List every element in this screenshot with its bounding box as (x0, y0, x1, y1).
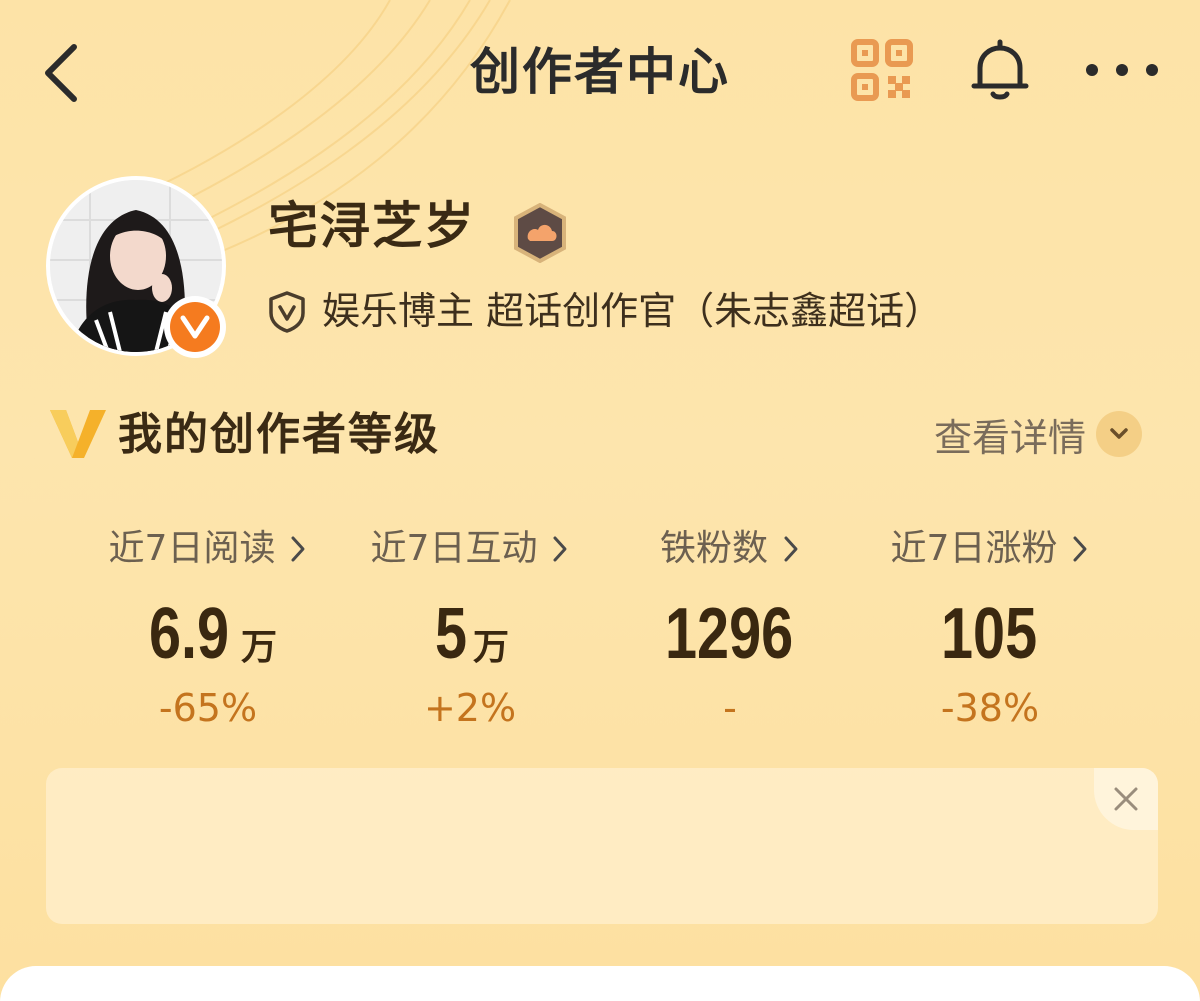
stat-change: -65% (158, 686, 258, 730)
stat-interactions[interactable]: 近7日互动 5 万 +2% (340, 520, 600, 734)
chevron-right-icon (291, 536, 305, 562)
chevron-down-icon (1096, 411, 1143, 457)
chevron-right-icon (1073, 536, 1087, 562)
verified-v-icon (180, 315, 210, 339)
notification-button[interactable] (968, 36, 1032, 102)
creator-v-icon (50, 410, 106, 458)
content-card (0, 966, 1200, 1001)
stat-value: 105 (940, 594, 1038, 674)
stat-label: 近7日互动 (370, 528, 538, 569)
stat-change: -38% (940, 686, 1040, 730)
stat-iron-fans[interactable]: 铁粉数 1296 - (600, 520, 860, 734)
banner-card (46, 768, 1158, 924)
stat-value: 6.9 (148, 594, 230, 674)
chevron-right-icon (553, 536, 567, 562)
stat-reads[interactable]: 近7日阅读 6.9 万 -65% (78, 520, 338, 734)
bell-icon (971, 39, 1029, 100)
view-details-label: 查看详情 (934, 415, 1087, 460)
qr-code-icon (851, 39, 913, 101)
shield-icon (269, 291, 305, 333)
verified-badge (164, 296, 226, 358)
stat-label: 近7日涨粉 (890, 528, 1058, 569)
stat-unit: 万 (473, 627, 510, 668)
stat-new-fans[interactable]: 近7日涨粉 105 -38% (860, 520, 1120, 734)
view-details-button[interactable]: 查看详情 (934, 406, 1143, 462)
level-medal-icon[interactable] (512, 203, 568, 263)
qr-code-button[interactable] (850, 38, 914, 102)
close-icon (1114, 787, 1138, 811)
certification-text: 娱乐博主 超话创作官（朱志鑫超话） (322, 289, 943, 333)
stat-change: +2% (423, 686, 517, 730)
stat-label: 铁粉数 (659, 528, 768, 569)
more-button[interactable] (1080, 50, 1164, 90)
stat-change: - (723, 686, 737, 730)
avatar[interactable] (46, 176, 230, 360)
creator-level-title: 我的创作者等级 (118, 409, 440, 460)
user-name[interactable]: 宅浔芝岁 (268, 194, 476, 258)
stat-value: 1296 (664, 594, 794, 674)
more-dots-icon (1086, 64, 1158, 76)
stat-unit: 万 (241, 627, 278, 668)
stat-label: 近7日阅读 (108, 528, 276, 569)
stat-value: 5 (434, 594, 468, 674)
chevron-right-icon (784, 536, 798, 562)
banner-close-button[interactable] (1094, 768, 1158, 830)
